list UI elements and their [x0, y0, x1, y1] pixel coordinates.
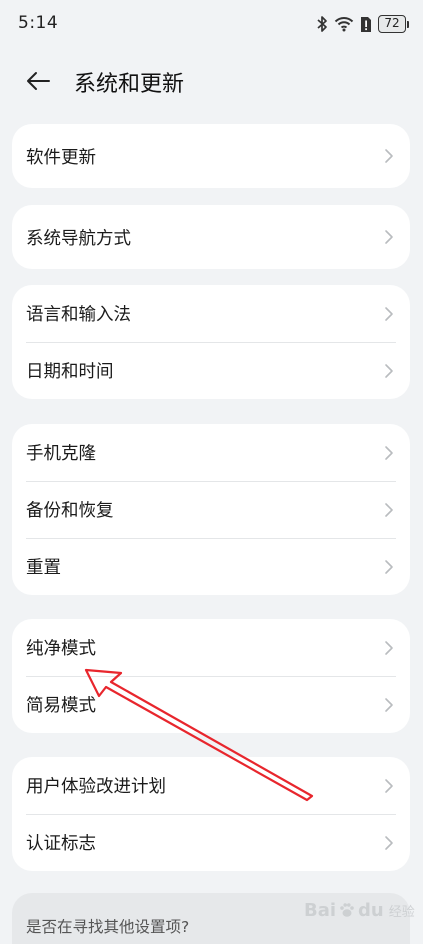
menu-item-simple-mode[interactable]: 简易模式 [12, 676, 410, 733]
watermark-brand-suffix: du [358, 899, 384, 921]
battery-icon: 72 [378, 15, 409, 33]
menu-item-certification[interactable]: 认证标志 [12, 814, 410, 871]
search-hint-text: 是否在寻找其他设置项? [26, 918, 190, 936]
back-button[interactable] [22, 65, 54, 97]
chevron-right-icon [385, 835, 393, 850]
menu-item-label: 认证标志 [26, 834, 96, 854]
menu-item-system-navigation[interactable]: 系统导航方式 [12, 205, 410, 269]
chevron-right-icon [385, 559, 393, 574]
chevron-right-icon [385, 697, 393, 712]
menu-item-backup-restore[interactable]: 备份和恢复 [12, 481, 410, 538]
menu-item-label: 软件更新 [26, 147, 96, 168]
menu-item-label: 系统导航方式 [26, 228, 131, 249]
menu-item-phone-clone[interactable]: 手机克隆 [12, 424, 410, 481]
back-arrow-icon [27, 72, 50, 90]
chevron-right-icon [385, 230, 393, 244]
group-navigation: 系统导航方式 [12, 205, 410, 269]
bluetooth-icon [317, 16, 327, 32]
menu-item-label: 用户体验改进计划 [26, 777, 166, 797]
menu-item-label: 简易模式 [26, 696, 96, 716]
menu-item-date-time[interactable]: 日期和时间 [12, 342, 410, 399]
group-backup-reset: 手机克隆 备份和恢复 重置 [12, 424, 410, 595]
battery-level: 72 [378, 15, 406, 33]
wifi-icon [334, 17, 354, 32]
paw-icon [340, 903, 354, 917]
menu-item-label: 纯净模式 [26, 639, 96, 659]
group-software-update: 软件更新 [12, 124, 410, 188]
watermark-brand: Bai [304, 899, 337, 921]
sim-alert-icon [361, 16, 371, 32]
chevron-right-icon [385, 445, 393, 460]
menu-item-user-experience[interactable]: 用户体验改进计划 [12, 757, 410, 814]
chevron-right-icon [385, 149, 393, 163]
chevron-right-icon [385, 640, 393, 655]
chevron-right-icon [385, 306, 393, 321]
header: 系统和更新 [0, 55, 423, 107]
chevron-right-icon [385, 363, 393, 378]
status-time: 5:14 [18, 13, 59, 33]
menu-item-software-update[interactable]: 软件更新 [12, 124, 410, 188]
menu-item-label: 备份和恢复 [26, 501, 114, 521]
chevron-right-icon [385, 502, 393, 517]
watermark-sub: 经验 [388, 904, 415, 920]
group-modes: 纯净模式 简易模式 [12, 619, 410, 733]
group-experience: 用户体验改进计划 认证标志 [12, 757, 410, 871]
status-icons: 72 [316, 13, 409, 35]
menu-item-pure-mode[interactable]: 纯净模式 [12, 619, 410, 676]
chevron-right-icon [385, 778, 393, 793]
group-language-date: 语言和输入法 日期和时间 [12, 285, 410, 399]
menu-item-label: 日期和时间 [26, 362, 114, 382]
menu-item-language-input[interactable]: 语言和输入法 [12, 285, 410, 342]
menu-item-label: 重置 [26, 558, 61, 578]
status-bar: 5:14 72 [0, 0, 423, 50]
page-title: 系统和更新 [74, 72, 185, 97]
menu-item-reset[interactable]: 重置 [12, 538, 410, 595]
menu-item-label: 手机克隆 [26, 444, 96, 464]
menu-item-label: 语言和输入法 [26, 305, 131, 325]
watermark: Bai du 经验 [304, 896, 415, 924]
